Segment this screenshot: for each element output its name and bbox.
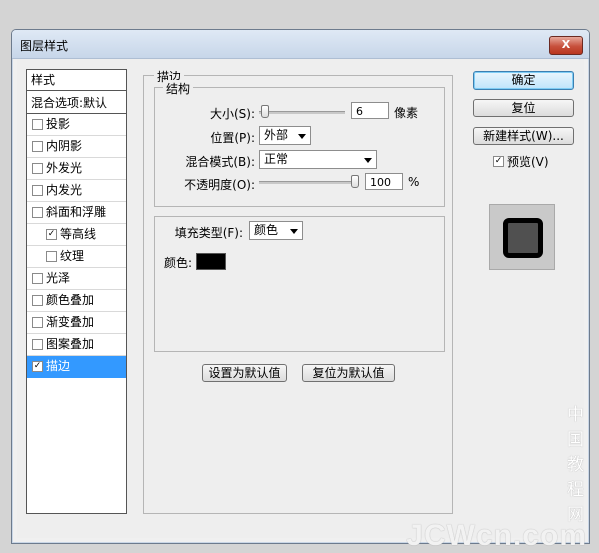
blend-mode-label: 混合模式(B): [185, 155, 255, 169]
title-bar[interactable]: 图层样式 X [12, 30, 589, 59]
style-item[interactable]: 内阴影 [27, 136, 126, 158]
style-item-label: 斜面和浮雕 [46, 205, 107, 219]
size-unit: 像素 [394, 106, 419, 120]
checkbox-icon[interactable] [32, 295, 43, 306]
position-select[interactable]: 外部 [259, 126, 311, 145]
blend-mode-select[interactable]: 正常 [259, 150, 377, 169]
checkbox-checked-icon[interactable]: ✓ [32, 361, 43, 372]
style-item-label: 图案叠加 [46, 337, 95, 351]
preview-check-icon[interactable]: ✓ [493, 156, 504, 167]
style-item[interactable]: ✓ 等高线 [27, 224, 126, 246]
preview-checkbox[interactable]: ✓ 预览(V) [493, 153, 549, 170]
style-item-label: 光泽 [46, 271, 71, 285]
checkbox-icon[interactable] [32, 273, 43, 284]
blend-mode-value: 正常 [264, 152, 289, 166]
opacity-slider-track[interactable] [259, 181, 359, 184]
style-item[interactable]: 颜色叠加 [27, 290, 126, 312]
checkbox-icon[interactable] [32, 185, 43, 196]
style-item-label: 投影 [46, 117, 71, 131]
opacity-label: 不透明度(O): [184, 178, 255, 192]
styles-list: 样式 混合选项:默认 投影 内阴影 外发光 内发光 斜面和浮雕 ✓ 等高线 纹理 光泽 颜色叠加渐… [26, 69, 127, 514]
style-item-label: 颜色叠加 [46, 293, 95, 307]
style-item-label: 等高线 [60, 227, 97, 241]
style-preview [489, 204, 555, 270]
style-item-label: 描边 [46, 359, 71, 373]
reset-button[interactable]: 复位 [473, 99, 574, 117]
blend-options-item[interactable]: 混合选项:默认 [27, 91, 126, 114]
fill-type-select[interactable]: 颜色 [249, 221, 303, 240]
stroke-color-swatch[interactable] [196, 253, 226, 270]
structure-title: 结构 [163, 80, 194, 97]
checkbox-icon[interactable] [32, 317, 43, 328]
watermark-en: JCWcn.com [406, 519, 587, 552]
fill-group: 填充类型(F): 颜色 颜色: [154, 216, 445, 352]
preview-label: 预览(V) [507, 155, 549, 169]
checkbox-icon[interactable] [32, 141, 43, 152]
opacity-input[interactable]: 100 [365, 173, 403, 190]
checkbox-icon[interactable] [32, 207, 43, 218]
chevron-down-icon [364, 158, 372, 163]
structure-group: 结构 大小(S): 6 像素 位置(P): 外部 混合模式(B): 正常 不透明… [154, 80, 445, 207]
checkbox-icon[interactable] [32, 339, 43, 350]
style-item[interactable]: 外发光 [27, 158, 126, 180]
size-label: 大小(S): [209, 107, 255, 121]
opacity-slider-thumb[interactable] [351, 175, 359, 188]
style-item[interactable]: 斜面和浮雕 [27, 202, 126, 224]
checkbox-icon[interactable] [32, 163, 43, 174]
chevron-down-icon [290, 229, 298, 234]
style-item-label: 内发光 [46, 183, 83, 197]
checkbox-icon[interactable] [32, 119, 43, 130]
reset-default-button[interactable]: 复位为默认值 [302, 364, 395, 382]
style-item-label: 纹理 [60, 249, 85, 263]
style-item[interactable]: 渐变叠加 [27, 312, 126, 334]
style-item-label: 渐变叠加 [46, 315, 95, 329]
style-item[interactable]: 纹理 [27, 246, 126, 268]
checkbox-checked-icon[interactable]: ✓ [46, 229, 57, 240]
layer-style-dialog: 图层样式 X 样式 混合选项:默认 投影 内阴影 外发光 内发光 斜面和浮雕 ✓ 等高线 纹理… [11, 29, 590, 544]
size-input[interactable]: 6 [351, 102, 389, 119]
fill-type-label: 填充类型(F): [174, 226, 243, 240]
dialog-title: 图层样式 [20, 39, 69, 53]
style-item[interactable]: ✓ 描边 [27, 356, 126, 378]
size-slider-track[interactable] [259, 111, 345, 114]
close-icon: X [561, 38, 571, 51]
new-style-button[interactable]: 新建样式(W)... [473, 127, 574, 145]
stroke-panel: 描边 结构 大小(S): 6 像素 位置(P): 外部 混合模式(B): 正常 [143, 68, 453, 514]
position-value: 外部 [264, 128, 289, 142]
style-item[interactable]: 投影 [27, 114, 126, 136]
style-item-label: 外发光 [46, 161, 83, 175]
position-label: 位置(P): [210, 131, 255, 145]
style-item[interactable]: 内发光 [27, 180, 126, 202]
opacity-unit: % [408, 175, 420, 189]
style-item-label: 内阴影 [46, 139, 83, 153]
chevron-down-icon [298, 134, 306, 139]
dialog-body: 样式 混合选项:默认 投影 内阴影 外发光 内发光 斜面和浮雕 ✓ 等高线 纹理 光泽 颜色叠加渐… [17, 59, 584, 538]
fill-type-value: 颜色 [254, 223, 279, 237]
checkbox-icon[interactable] [46, 251, 57, 262]
preview-thumbnail [503, 218, 543, 258]
styles-header[interactable]: 样式 [27, 70, 126, 91]
set-default-button[interactable]: 设置为默认值 [202, 364, 287, 382]
close-button[interactable]: X [549, 36, 583, 55]
watermark-cn: 中国教程网 [567, 405, 585, 524]
style-item[interactable]: 图案叠加 [27, 334, 126, 356]
size-slider-thumb[interactable] [260, 105, 269, 118]
style-item[interactable]: 光泽 [27, 268, 126, 290]
ok-button[interactable]: 确定 [473, 71, 574, 90]
color-label: 颜色: [164, 256, 193, 270]
